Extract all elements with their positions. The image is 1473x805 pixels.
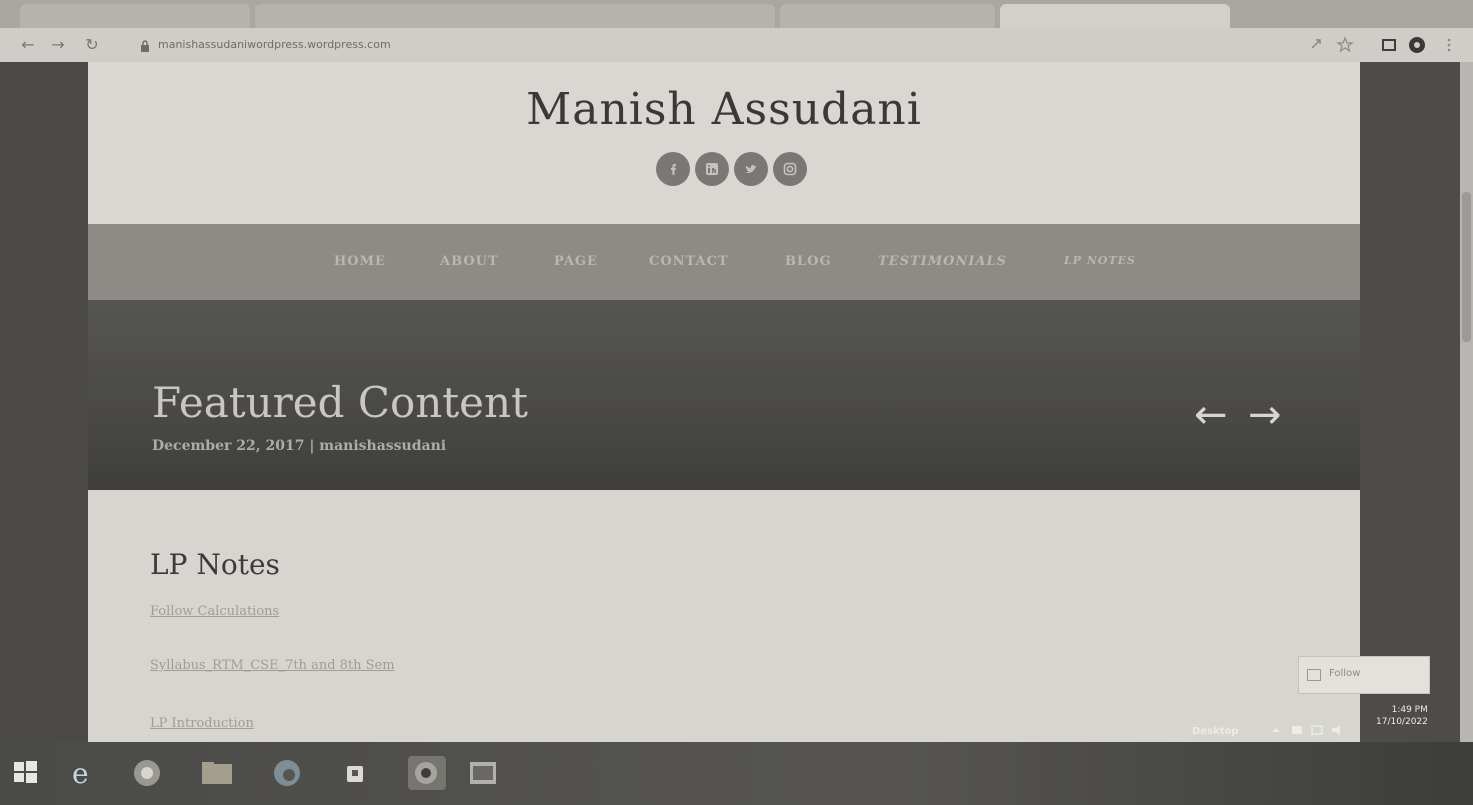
store-icon[interactable] — [338, 756, 376, 790]
page-viewport: Manish Assudani HOME ABOUT PAGE CONTACT … — [0, 62, 1473, 742]
forward-icon[interactable]: → — [48, 35, 68, 55]
taskbar: e — [0, 742, 1473, 805]
chrome-icon[interactable] — [130, 756, 168, 790]
browser-tab-strip — [0, 0, 1473, 28]
nav-item-contact[interactable]: CONTACT — [649, 254, 729, 269]
featured-title[interactable]: Featured Content — [152, 378, 528, 427]
featured-slider: Featured Content December 22, 2017 | man… — [88, 300, 1360, 490]
post-meta: December 22, 2017 | manishassudani — [152, 438, 446, 454]
file-explorer-icon[interactable] — [198, 756, 236, 790]
browser-toolbar: ← → ↻ manishassudaniwordpress.wordpress.… — [0, 28, 1473, 63]
linkedin-icon[interactable] — [695, 152, 729, 186]
post-link[interactable]: Follow Calculations — [150, 604, 279, 619]
post-author[interactable]: manishassudani — [319, 438, 446, 454]
nav-item-blog[interactable]: BLOG — [785, 254, 832, 269]
section-title[interactable]: LP Notes — [150, 548, 280, 581]
internet-explorer-icon[interactable]: e — [66, 756, 104, 790]
main-navigation: HOME ABOUT PAGE CONTACT BLOG TESTIMONIAL… — [88, 224, 1360, 300]
bookmark-star-icon[interactable] — [1336, 36, 1354, 54]
social-links — [656, 152, 812, 188]
browser-tab[interactable] — [20, 4, 250, 28]
meta-separator: | — [309, 438, 315, 454]
site-title[interactable]: Manish Assudani — [88, 84, 1360, 135]
reload-icon[interactable]: ↻ — [82, 35, 102, 55]
slider-prev-arrow-icon[interactable]: ← — [1194, 392, 1228, 438]
nav-item-testimonials[interactable]: TESTIMONIALS — [878, 254, 1007, 269]
menu-kebab-icon[interactable] — [1440, 36, 1458, 54]
nav-item-page[interactable]: PAGE — [554, 254, 598, 269]
edge-icon[interactable] — [270, 756, 308, 790]
slider-next-arrow-icon[interactable]: → — [1248, 392, 1282, 438]
scrollbar-thumb[interactable] — [1462, 192, 1471, 342]
taskbar-clock[interactable]: 1:49 PM 17/10/2022 — [1376, 704, 1428, 728]
main-content: LP Notes Follow Calculations Syllabus_RT… — [88, 490, 1360, 742]
scrollbar[interactable] — [1460, 62, 1473, 742]
browser-tab[interactable] — [255, 4, 775, 28]
browser-tab[interactable] — [780, 4, 995, 28]
system-tray-icons[interactable] — [1268, 722, 1368, 738]
back-icon[interactable]: ← — [18, 35, 38, 55]
twitter-icon[interactable] — [734, 152, 768, 186]
page-background-right — [1360, 62, 1460, 742]
nav-item-lp-notes[interactable]: LP NOTES — [1064, 254, 1136, 267]
site-container: Manish Assudani HOME ABOUT PAGE CONTACT … — [88, 62, 1360, 742]
tab-search-icon[interactable] — [1380, 36, 1398, 54]
facebook-icon[interactable] — [656, 152, 690, 186]
browser-tab-active[interactable] — [1000, 4, 1230, 28]
post-link[interactable]: Syllabus_RTM_CSE_7th and 8th Sem — [150, 658, 395, 673]
chrome-active-icon[interactable] — [408, 756, 446, 790]
instagram-icon[interactable] — [773, 152, 807, 186]
page-background-left — [0, 62, 88, 742]
windows-start-icon[interactable] — [10, 756, 48, 790]
address-bar[interactable]: manishassudaniwordpress.wordpress.com — [158, 38, 391, 51]
lock-icon — [140, 37, 150, 52]
share-icon[interactable] — [1308, 36, 1326, 54]
nav-item-home[interactable]: HOME — [334, 254, 386, 269]
post-link[interactable]: LP Introduction — [150, 716, 254, 731]
follow-label: Follow — [1329, 668, 1361, 679]
clock-date: 17/10/2022 — [1376, 717, 1428, 727]
profile-avatar-icon[interactable] — [1408, 36, 1426, 54]
site-header: Manish Assudani — [88, 62, 1360, 240]
post-date[interactable]: December 22, 2017 — [152, 438, 304, 454]
follow-button[interactable]: Follow — [1298, 656, 1430, 694]
follow-icon — [1307, 669, 1321, 681]
nav-item-about[interactable]: ABOUT — [440, 254, 499, 269]
clock-time: 1:49 PM — [1391, 705, 1428, 715]
desktop-toolbar-label[interactable]: Desktop — [1192, 726, 1239, 737]
app-window-icon[interactable] — [464, 756, 502, 790]
svg-text:e: e — [72, 757, 89, 790]
